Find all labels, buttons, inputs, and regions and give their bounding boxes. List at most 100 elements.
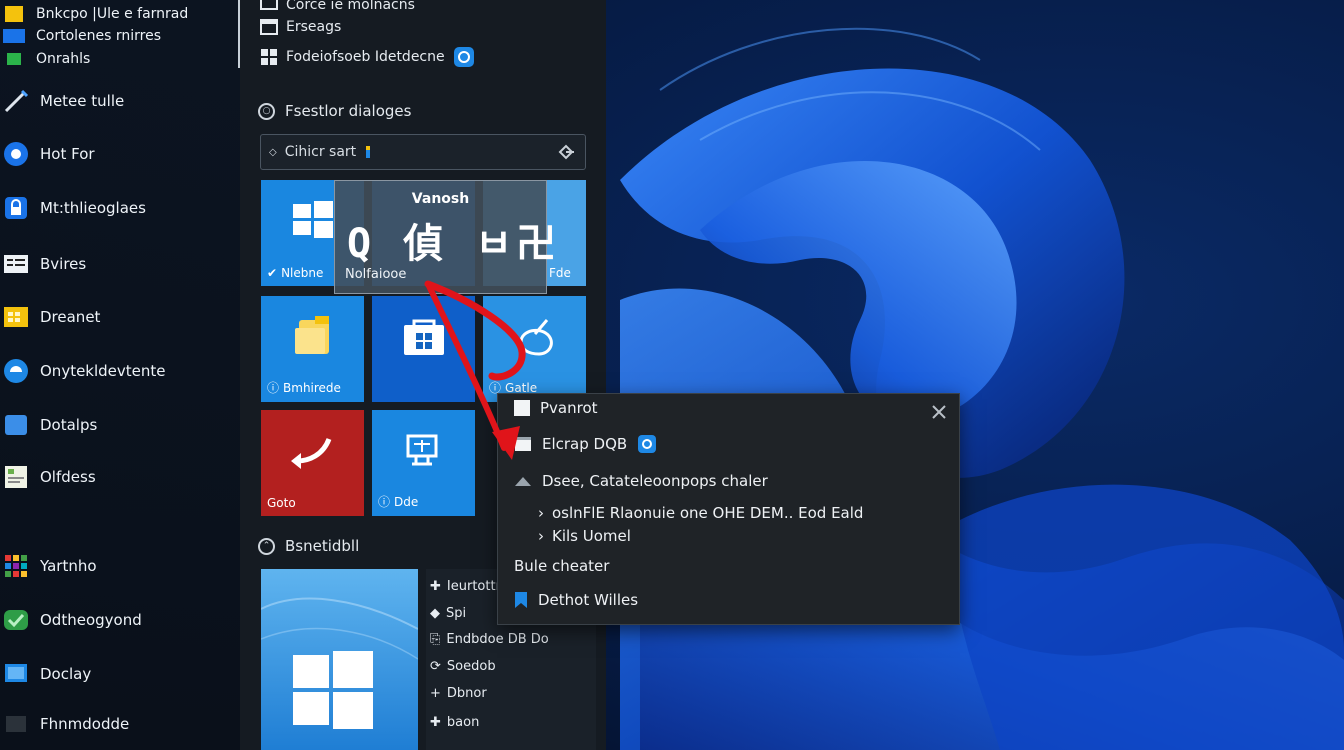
context-menu-item-3[interactable]: Dsee, Catateleoonpops chaler (514, 472, 768, 490)
app-item-label: Metee tulle (40, 92, 125, 110)
app-item-label: Onytekldevtente (40, 362, 166, 380)
context-menu: Pvanrot Elcrap DQB Dsee, Catateleoonpops… (497, 393, 960, 625)
app-item-8[interactable]: Olfdess (0, 460, 238, 494)
yellow-square-icon (2, 4, 26, 24)
app-item-9[interactable]: Yartnho (0, 549, 238, 583)
share-icon[interactable] (557, 143, 575, 161)
store-icon (372, 296, 475, 376)
section-title: Bsnetidbll (285, 537, 360, 555)
menu-item-label: Dethot Willes (538, 591, 639, 609)
start-top-row-1[interactable]: Corce ie molnacns (260, 0, 415, 14)
side-item-2[interactable]: ◆ Spi (430, 606, 466, 621)
start-top-row-3[interactable]: Fodeiofsoeb Idetdecne (260, 46, 475, 68)
app-item-1[interactable]: Metee tulle (0, 84, 238, 118)
tile-file-explorer[interactable]: ⓘ Bmhirede (261, 296, 364, 402)
app-item-label: Mt:thlieoglaes (40, 199, 146, 217)
refresh-icon: ⟳ (430, 659, 441, 674)
section-header-1: ○ Fsestlor dialoges (258, 102, 411, 120)
app-item-4[interactable]: Bvires (0, 247, 238, 281)
dark-app-icon (2, 710, 30, 738)
window-icon (260, 0, 278, 10)
copilot-badge-icon (453, 47, 474, 67)
context-menu-item-5[interactable]: Dethot Willes (514, 591, 638, 609)
app-item-7[interactable]: Dotalps (0, 408, 238, 442)
eject-icon (515, 477, 531, 486)
row-label: Corce ie molnacns (286, 0, 415, 13)
paint-icon (483, 296, 586, 376)
context-submenu-item-2[interactable]: › Kils Uomel (538, 527, 631, 545)
menu-item-label: Elcrap DQB (542, 435, 628, 453)
window-icon (515, 437, 531, 451)
tooltip-subtitle: Nolfaiooe (345, 267, 407, 282)
edge-icon (2, 357, 30, 385)
side-item-label: baon (446, 715, 480, 730)
search-input[interactable]: ◇ Cihicr sart (260, 134, 586, 170)
context-menu-item-4[interactable]: Bule cheater (514, 557, 609, 575)
side-item-6[interactable]: ✚ baon (430, 715, 479, 730)
submenu-item-label: oslnFlE Rlaonuie one OHE DEM.. Eod Eald (552, 504, 864, 522)
check-icon: ✔ (267, 266, 278, 280)
windows-wallpaper-tile[interactable] (261, 569, 418, 750)
app-item-top-3[interactable]: Onrahls (0, 48, 238, 70)
row-label: Fodeiofsoeb Idetdecne (286, 49, 445, 65)
green-app-icon (2, 606, 30, 634)
plus-icon: ✚ (430, 715, 441, 730)
share-icon: ⎘ (430, 632, 441, 647)
app-item-label: Doclay (40, 665, 92, 683)
start-top-row-2[interactable]: Erseags (260, 18, 341, 36)
section-header-2: ⌃ Bsnetidbll (258, 537, 359, 555)
app-item-10[interactable]: Odtheogyond (0, 603, 238, 637)
diamond-icon: ◇ (269, 146, 277, 158)
close-icon[interactable] (929, 402, 949, 422)
app-item-3[interactable]: Mt:thlieoglaes (0, 191, 238, 225)
app-item-top-1[interactable]: Bnkcpo |Ule e farnrad (0, 3, 238, 25)
app-item-label: Fhnmdodde (40, 715, 130, 733)
context-menu-item-2[interactable]: Elcrap DQB (514, 434, 657, 454)
tile-store[interactable] (372, 296, 475, 402)
app-item-label: Olfdess (40, 468, 96, 486)
clock-icon: ○ (258, 102, 275, 120)
context-menu-item-1[interactable]: Pvanrot (514, 399, 598, 417)
search-placeholder: Cihicr sart (284, 144, 357, 160)
blue-rectangle-icon (2, 26, 26, 46)
diamond-icon: ◆ (430, 606, 440, 621)
tile-paint[interactable]: ⓘ Gatle (483, 296, 586, 402)
submenu-item-label: Kils Uomel (552, 527, 631, 545)
square-icon (514, 400, 530, 416)
list-icon (2, 250, 30, 278)
window-icon (2, 411, 30, 439)
notepad-icon (2, 463, 30, 491)
monitor-icon (2, 660, 30, 688)
menu-item-label: Bule cheater (514, 557, 610, 575)
app-item-label: Dreanet (40, 308, 101, 326)
cursor-icon (366, 146, 371, 158)
side-item-5[interactable]: + Dbnor (430, 686, 487, 701)
side-item-4[interactable]: ⟳ Soedob (430, 659, 496, 674)
copilot-badge-icon (638, 435, 657, 453)
app-item-label: Bnkcpo |Ule e farnrad (36, 6, 189, 22)
context-submenu-item-1[interactable]: › oslnFlE Rlaonuie one OHE DEM.. Eod Eal… (538, 504, 863, 522)
app-item-top-2[interactable]: Cortolenes rnirres (0, 25, 238, 47)
app-item-5[interactable]: Dreanet (0, 300, 238, 334)
folder-grid-icon (2, 303, 30, 331)
browser-icon (2, 140, 30, 168)
app-item-2[interactable]: Hot For (0, 137, 238, 171)
side-item-1[interactable]: ✚ Ieurtottr (430, 579, 501, 594)
chevron-right-icon: › (538, 504, 544, 522)
app-item-11[interactable]: Doclay (0, 657, 238, 691)
app-item-12[interactable]: Fhnmdodde (0, 707, 238, 741)
app-item-label: Hot For (40, 145, 95, 163)
tooltip-big-text: Q 偵 ㅂ卍 (347, 221, 561, 267)
side-item-label: Ieurtottr (446, 579, 501, 594)
tile-goto[interactable]: Goto (261, 410, 364, 516)
lock-icon (2, 194, 30, 222)
app-item-6[interactable]: Onytekldevtente (0, 354, 238, 388)
chevron-icon: ⌃ (258, 537, 275, 555)
app-list: Bnkcpo |Ule e farnrad Cortolenes rnirres… (0, 0, 240, 750)
tile-label: Nlebne (281, 266, 324, 280)
row-label: Erseags (286, 19, 342, 35)
tile-monitor[interactable]: ⓘ Dde (372, 410, 475, 516)
app-item-label: Yartnho (40, 557, 97, 575)
side-item-3[interactable]: ⎘ Endbdoe DB Do (430, 632, 549, 647)
app-item-label: Odtheogyond (40, 611, 142, 629)
